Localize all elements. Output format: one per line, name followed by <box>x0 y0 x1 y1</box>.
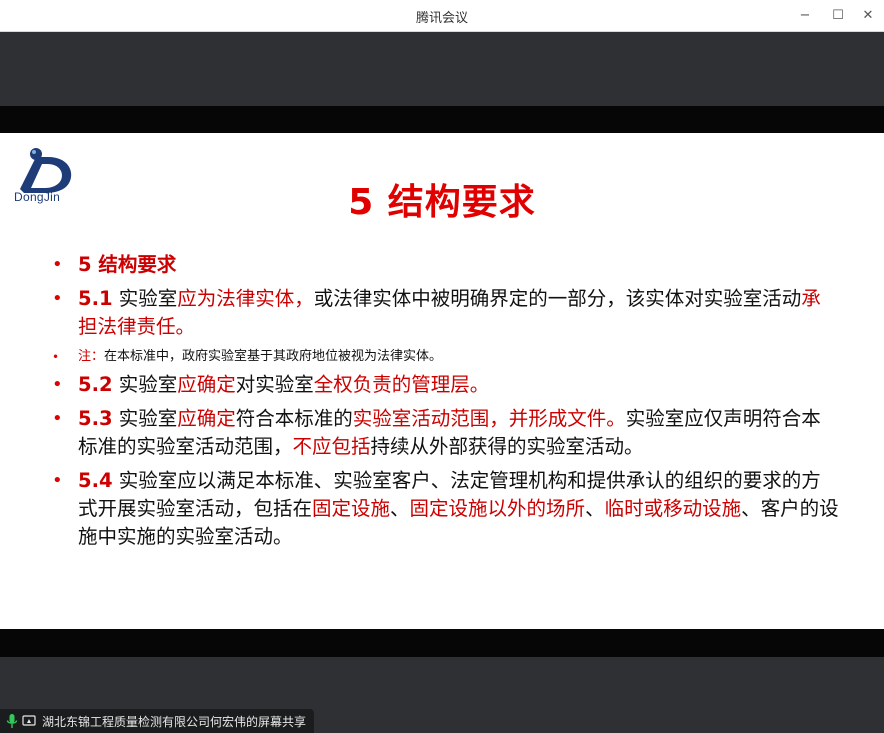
screen-share-label: 湖北东锦工程质量检测有限公司何宏伟的屏幕共享 <box>42 715 307 729</box>
slide-bullet-list: 5 结构要求5.1 实验室应为法律实体，或法律实体中被明确界定的一部分，该实体对… <box>50 251 840 557</box>
clause-number: 5 <box>78 253 92 276</box>
microphone-icon[interactable] <box>6 713 18 729</box>
slide-bullet-item: 注：在本标准中，政府实验室基于其政府地位被视为法律实体。 <box>50 347 840 367</box>
emphasis-text: 固定设施以外的场所 <box>409 497 586 520</box>
slide-bullet-item: 5.2 实验室应确定对实验室全权负责的管理层。 <box>50 371 840 399</box>
emphasis-text: 固定设施 <box>312 497 391 520</box>
clause-number: 5.4 <box>78 469 113 492</box>
clause-number: 5.2 <box>78 373 113 396</box>
clause-number: 5.1 <box>78 287 113 310</box>
body-text: 对实验室 <box>235 373 314 396</box>
emphasis-text: 应确定 <box>177 373 236 396</box>
close-button[interactable]: ✕ <box>853 4 883 26</box>
emphasis-text: 实验室活动范围，并形成文件。 <box>352 407 626 430</box>
body-text: 实验室 <box>112 373 178 396</box>
screen-share-status-bar: 湖北东锦工程质量检测有限公司何宏伟的屏幕共享 <box>0 709 314 733</box>
body-text: 在本标准中，政府实验室基于其政府地位被视为法律实体。 <box>104 349 443 364</box>
emphasis-text: 临时或移动设施 <box>604 497 742 520</box>
slide-bullet-item: 5.1 实验室应为法律实体，或法律实体中被明确界定的一部分，该实体对实验室活动承… <box>50 285 840 341</box>
meeting-top-area <box>0 32 884 106</box>
letterbox-top <box>0 106 884 133</box>
emphasis-text: 应为法律实体， <box>177 287 314 310</box>
maximize-button[interactable]: ☐ <box>823 4 853 26</box>
emphasis-text: 结构要求 <box>91 253 177 276</box>
slide-bullet-item: 5 结构要求 <box>50 251 840 279</box>
emphasis-text: 注： <box>78 349 105 364</box>
emphasis-text: 不应包括 <box>292 435 371 458</box>
body-text: 持续从外部获得的实验室活动。 <box>370 435 644 458</box>
screen-share-icon <box>22 715 36 726</box>
body-text: 、 <box>390 497 410 520</box>
body-text: 、 <box>585 497 605 520</box>
emphasis-text: 应确定 <box>177 407 236 430</box>
window-titlebar: 腾讯会议 − ☐ ✕ <box>0 0 884 32</box>
body-text: 或法律实体中被明确界定的一部分，该实体对实验室活动 <box>313 287 802 310</box>
body-text: 符合本标准的 <box>235 407 353 430</box>
slide-bullet-item: 5.4 实验室应以满足本标准、实验室客户、法定管理机构和提供承认的组织的要求的方… <box>50 467 840 551</box>
slide-title: 5 结构要求 <box>348 182 536 223</box>
clause-number: 5.3 <box>78 407 113 430</box>
shared-slide: DongJin 5 结构要求 5 结构要求5.1 实验室应为法律实体，或法律实体… <box>0 133 884 629</box>
window-title: 腾讯会议 <box>415 11 468 26</box>
minimize-button[interactable]: − <box>790 4 820 26</box>
slide-bullet-item: 5.3 实验室应确定符合本标准的实验室活动范围，并形成文件。实验室应仅声明符合本… <box>50 405 840 461</box>
body-text: 实验室 <box>112 287 178 310</box>
emphasis-text: 全权负责的管理层。 <box>313 373 490 396</box>
body-text: 实验室 <box>112 407 178 430</box>
letterbox-bottom <box>0 629 884 657</box>
